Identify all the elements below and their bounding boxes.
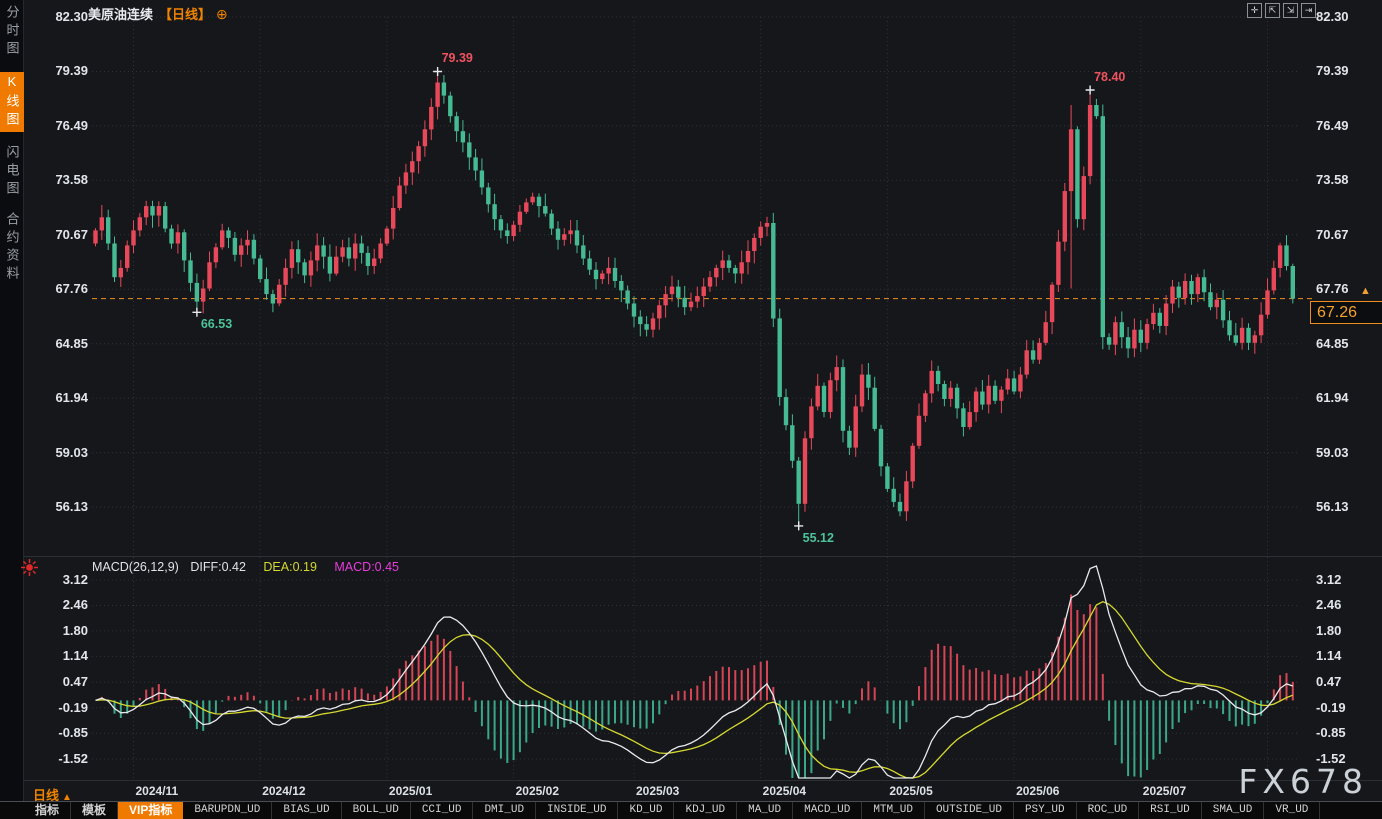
macd-tick-right: -0.19 <box>1316 700 1346 715</box>
chart-header: 美原油连续【日线】 ⊕ <box>88 4 228 23</box>
month-label: 2025/05 <box>889 784 932 798</box>
toolbar-item-SMA_UD[interactable]: SMA_UD <box>1202 802 1265 819</box>
fit-vertical-icon[interactable]: ⇱ <box>1265 3 1280 18</box>
macd-header: MACD(26,12,9) DIFF:0.42 DEA:0.19 MACD:0.… <box>92 560 399 574</box>
macd-tick-right: -0.85 <box>1316 725 1346 740</box>
price-tick-right: 73.58 <box>1316 172 1349 187</box>
toolbar-item-CCI_UD[interactable]: CCI_UD <box>411 802 474 819</box>
toolbar-item-BARUPDN_UD[interactable]: BARUPDN_UD <box>183 802 272 819</box>
price-tick-right: 76.49 <box>1316 118 1349 133</box>
extreme-low-label: 66.53 <box>201 317 232 331</box>
last-price-tag: 67.26 <box>1310 301 1382 324</box>
toolbar-item-BOLL_UD[interactable]: BOLL_UD <box>342 802 411 819</box>
macd-alert-icon <box>21 559 38 576</box>
period-badge: 【日线】 <box>159 7 211 22</box>
toolbar-item-模板[interactable]: 模板 <box>71 802 118 819</box>
toolbar-item-VR_UD[interactable]: VR_UD <box>1264 802 1320 819</box>
crosshair-icon[interactable]: ✛ <box>1247 3 1262 18</box>
macd-tick-right: 1.14 <box>1316 648 1341 663</box>
price-tick-right: 64.85 <box>1316 336 1349 351</box>
chart-app: 分时图K线图闪电图合约资料 美原油连续【日线】⊕ ✛⇱⇲⇥ MACD(26,12… <box>0 0 1382 819</box>
price-tick-left: 76.49 <box>38 118 88 133</box>
month-label: 2025/02 <box>516 784 559 798</box>
toolbar-item-INSIDE_UD[interactable]: INSIDE_UD <box>536 802 618 819</box>
macd-tick-left: 0.47 <box>38 674 88 689</box>
price-tick-right: 56.13 <box>1316 499 1349 514</box>
month-label: 2025/04 <box>763 784 806 798</box>
macd-title: MACD(26,12,9) <box>92 560 179 574</box>
indicator-toolbar: 指标模板VIP指标BARUPDN_UDBIAS_UDBOLL_UDCCI_UDD… <box>0 801 1382 819</box>
macd-diff-value: DIFF:0.42 <box>190 560 246 574</box>
toolbar-item-PSY_UD[interactable]: PSY_UD <box>1014 802 1077 819</box>
instrument-title: 美原油连续 <box>88 7 153 22</box>
jump-latest-icon[interactable]: ⇥ <box>1301 3 1316 18</box>
toolbar-item-BIAS_UD[interactable]: BIAS_UD <box>272 802 341 819</box>
macd-tick-left: -0.19 <box>38 700 88 715</box>
toolbar-item-DMI_UD[interactable]: DMI_UD <box>473 802 536 819</box>
price-tick-left: 67.76 <box>38 281 88 296</box>
watermark: FX678 <box>1238 762 1368 801</box>
macd-tick-left: 3.12 <box>38 572 88 587</box>
price-tick-right: 82.30 <box>1316 9 1349 24</box>
extreme-high-label: 78.40 <box>1094 70 1125 84</box>
price-tick-left: 64.85 <box>38 336 88 351</box>
price-tick-left: 82.30 <box>38 9 88 24</box>
price-tick-left: 70.67 <box>38 227 88 242</box>
month-label: 2024/11 <box>136 784 179 798</box>
toolbar-item-KDJ_UD[interactable]: KDJ_UD <box>674 802 737 819</box>
macd-tick-left: 2.46 <box>38 597 88 612</box>
toolbar-item-ROC_UD[interactable]: ROC_UD <box>1077 802 1140 819</box>
toolbar-item-KD_UD[interactable]: KD_UD <box>618 802 674 819</box>
macd-tick-left: -0.85 <box>38 725 88 740</box>
macd-tick-left: -1.52 <box>38 751 88 766</box>
price-tick-left: 73.58 <box>38 172 88 187</box>
candlestick-chart-canvas[interactable] <box>0 0 1382 819</box>
toolbar-item-MA_UD[interactable]: MA_UD <box>737 802 793 819</box>
price-tick-left: 61.94 <box>38 390 88 405</box>
price-tick-right: 59.03 <box>1316 445 1349 460</box>
toolbar-item-OUTSIDE_UD[interactable]: OUTSIDE_UD <box>925 802 1014 819</box>
toolbar-item-MTM_UD[interactable]: MTM_UD <box>862 802 925 819</box>
macd-tick-left: 1.14 <box>38 648 88 663</box>
price-tick-right: 61.94 <box>1316 390 1349 405</box>
fit-horizontal-icon[interactable]: ⇲ <box>1283 3 1298 18</box>
toolbar-item-RSI_UD[interactable]: RSI_UD <box>1139 802 1202 819</box>
price-tick-right: 70.67 <box>1316 227 1349 242</box>
price-tick-left: 59.03 <box>38 445 88 460</box>
month-label: 2025/01 <box>389 784 432 798</box>
month-label: 2024/12 <box>262 784 305 798</box>
month-label: 2025/06 <box>1016 784 1059 798</box>
extreme-low-label: 55.12 <box>803 531 834 545</box>
price-tick-left: 79.39 <box>38 63 88 78</box>
last-price-arrow: ▲ <box>1360 285 1371 297</box>
month-label: 2025/03 <box>636 784 679 798</box>
month-label: 2025/07 <box>1143 784 1186 798</box>
macd-tick-right: 1.80 <box>1316 623 1341 638</box>
price-tick-right: 79.39 <box>1316 63 1349 78</box>
pane-separator <box>24 556 1382 557</box>
macd-tick-right: 2.46 <box>1316 597 1341 612</box>
macd-tick-left: 1.80 <box>38 623 88 638</box>
macd-macd-value: MACD:0.45 <box>334 560 399 574</box>
toolbar-item-指标[interactable]: 指标 <box>24 802 71 819</box>
toolbar-item-VIP指标[interactable]: VIP指标 <box>118 802 183 819</box>
toolbar-item-MACD_UD[interactable]: MACD_UD <box>793 802 862 819</box>
macd-tick-right: 0.47 <box>1316 674 1341 689</box>
expand-icon[interactable]: ⊕ <box>216 6 228 22</box>
extreme-high-label: 79.39 <box>442 51 473 65</box>
chart-tools: ✛⇱⇲⇥ <box>1247 3 1319 18</box>
price-tick-right: 67.76 <box>1316 281 1349 296</box>
price-tick-left: 56.13 <box>38 499 88 514</box>
macd-dea-value: DEA:0.19 <box>263 560 317 574</box>
macd-tick-right: 3.12 <box>1316 572 1341 587</box>
